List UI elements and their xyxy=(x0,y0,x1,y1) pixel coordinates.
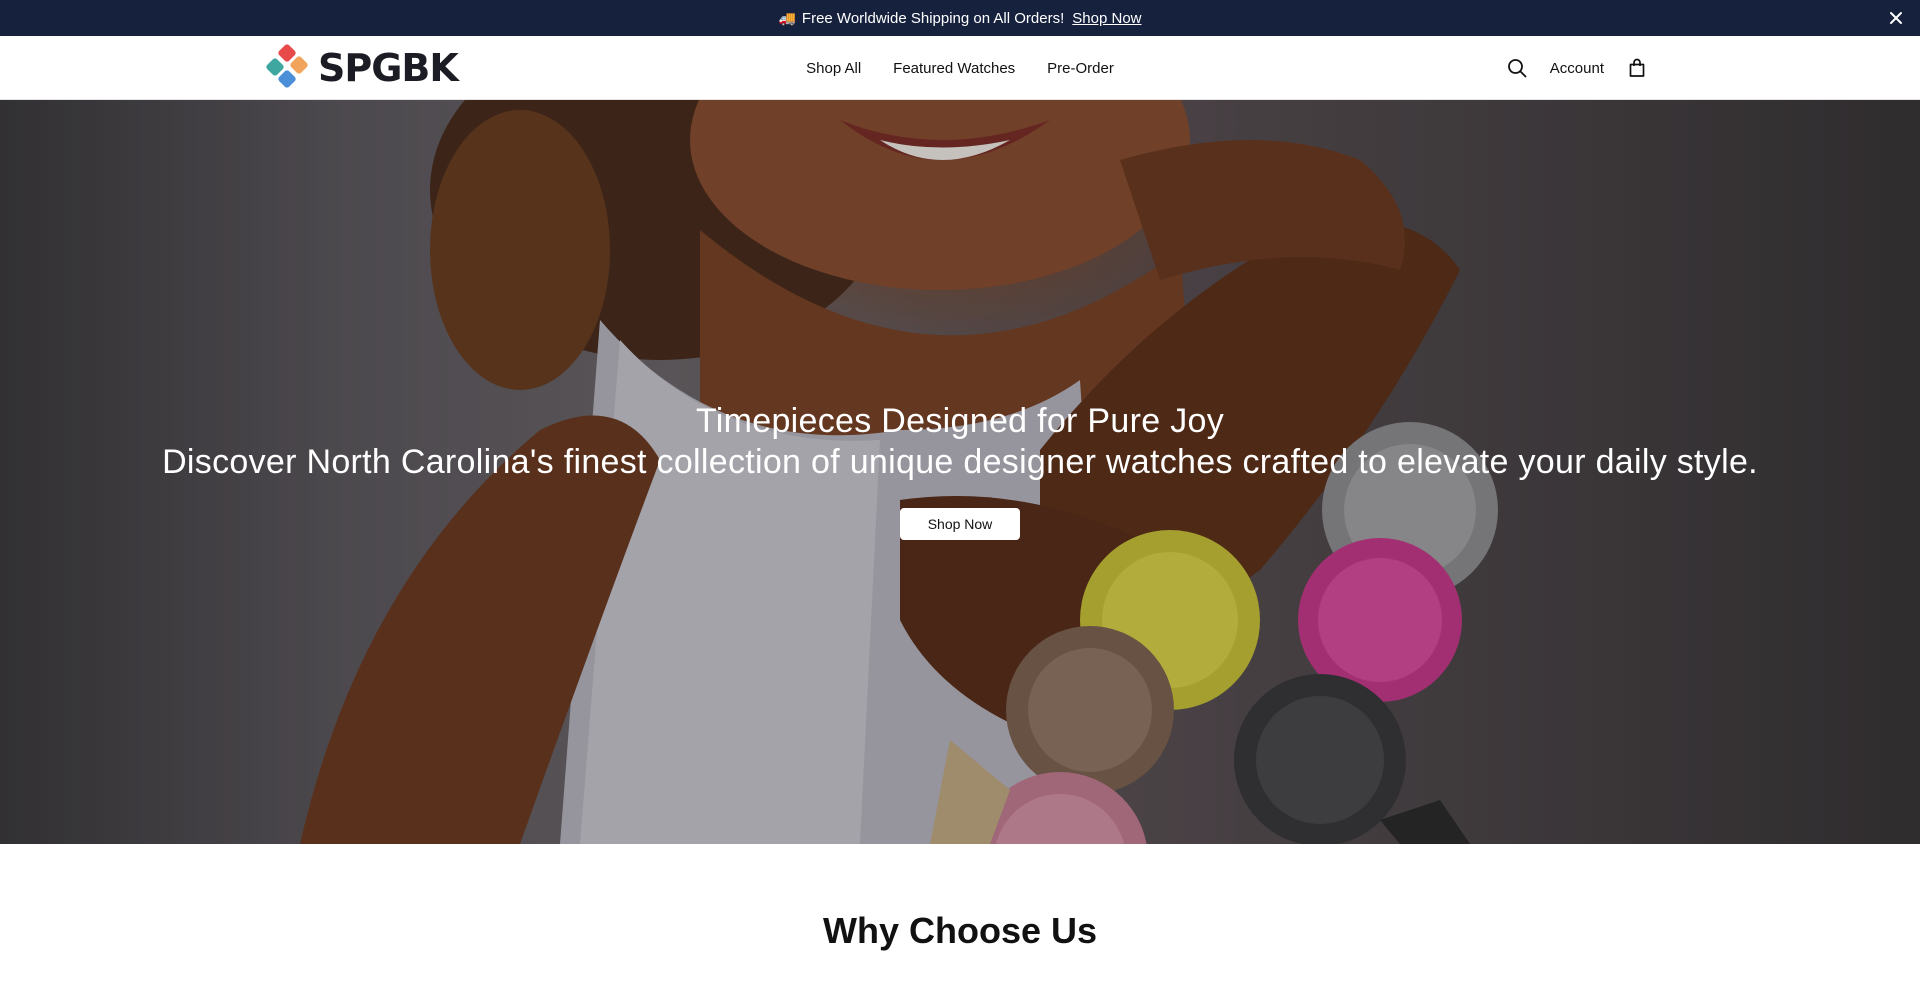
hero-banner: Timepieces Designed for Pure Joy Discove… xyxy=(0,100,1920,844)
truck-icon: 🚚 xyxy=(778,9,796,26)
brand-name: SPGBK xyxy=(318,46,459,90)
nav-pre-order[interactable]: Pre-Order xyxy=(1047,60,1114,77)
announcement-bar: 🚚 Free Worldwide Shipping on All Orders!… xyxy=(0,0,1920,36)
hero-subtitle: Discover North Carolina's finest collect… xyxy=(162,443,1758,481)
hero-title: Timepieces Designed for Pure Joy xyxy=(695,402,1225,440)
header-actions: Account xyxy=(1506,36,1648,100)
why-choose-us-heading: Why Choose Us xyxy=(822,910,1098,951)
nav-shop-all[interactable]: Shop All xyxy=(806,60,861,77)
announcement-shop-now-link[interactable]: Shop Now xyxy=(1072,10,1141,27)
announcement-text: Free Worldwide Shipping on All Orders! xyxy=(801,9,1065,27)
nav-featured-watches[interactable]: Featured Watches xyxy=(893,60,1015,77)
site-header: SPGBK Shop All Featured Watches Pre-Orde… xyxy=(0,36,1920,100)
brand-logo[interactable]: SPGBK xyxy=(262,44,459,92)
logo-mark-icon xyxy=(266,44,308,88)
search-icon[interactable] xyxy=(1506,57,1528,79)
close-icon[interactable] xyxy=(1886,8,1906,28)
bag-icon[interactable] xyxy=(1626,57,1648,79)
account-link[interactable]: Account xyxy=(1550,60,1604,77)
hero-shop-now-button[interactable]: Shop Now xyxy=(900,508,1020,540)
